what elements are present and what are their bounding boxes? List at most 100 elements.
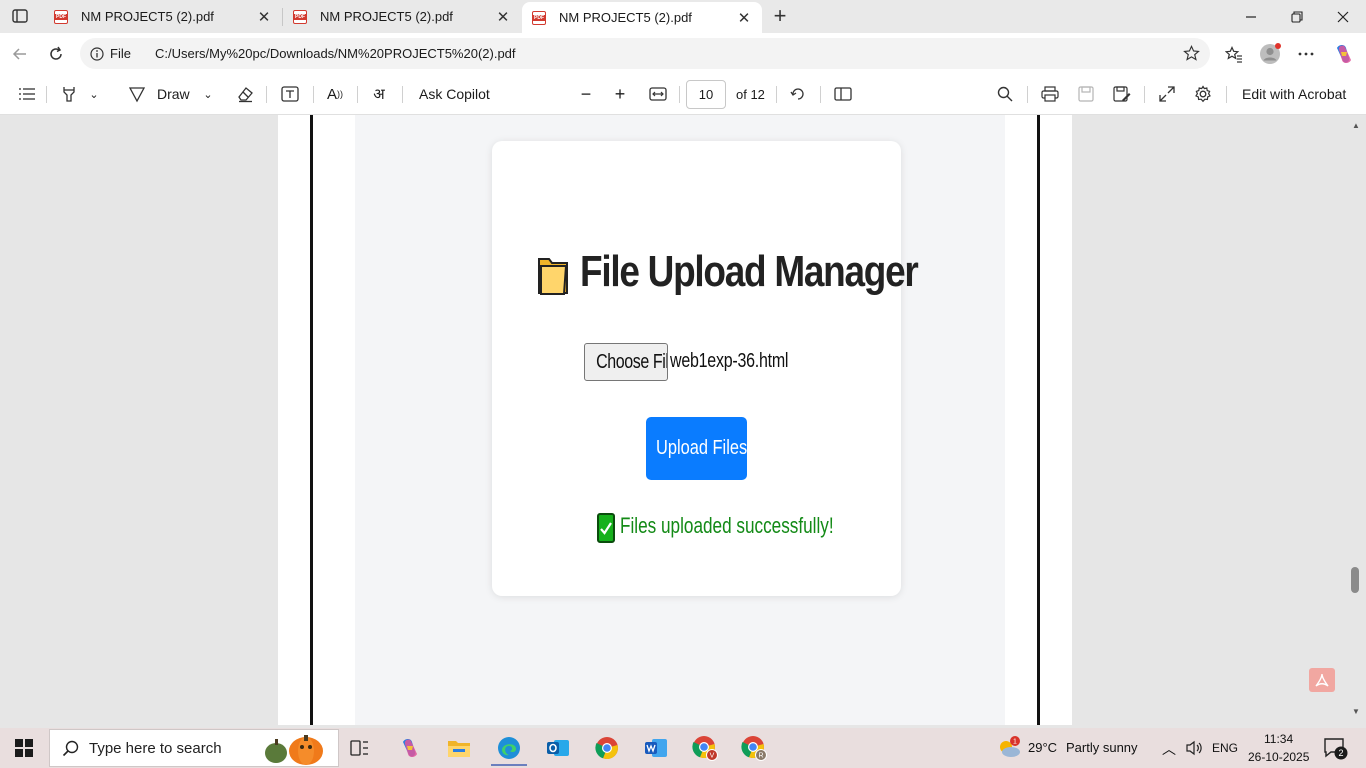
url-text[interactable]: C:/Users/My%20pc/Downloads/NM%20PROJECT5… [155,46,1178,61]
taskbar: Type here to search V R 1 29°C Partly su… [0,728,1366,768]
scroll-up-arrow[interactable]: ▲ [1350,120,1362,130]
edit-with-acrobat-button[interactable]: Edit with Acrobat [1242,82,1346,106]
minimize-icon [1246,15,1256,18]
acrobat-icon[interactable] [1309,668,1335,692]
pdf-viewer[interactable]: File Upload Manager Choose Files web1exp… [0,115,1366,725]
contents-icon[interactable] [16,82,38,106]
windows-start-icon[interactable] [0,728,48,768]
restore-button[interactable] [1274,0,1320,33]
tab-title: NM PROJECT5 (2).pdf [81,9,214,24]
page-view-icon[interactable] [832,82,854,106]
upload-card: File Upload Manager Choose Files web1exp… [492,141,919,596]
word-icon[interactable] [634,730,678,766]
minimize-button[interactable] [1228,0,1274,33]
ask-copilot-button[interactable]: Ask Copilot [419,82,490,106]
edge-icon[interactable] [487,730,531,766]
highlight-icon[interactable] [58,82,80,106]
tab-strip: PDF NM PROJECT5 (2).pdf ✕ PDF NM PROJECT… [0,0,1366,33]
upload-files-button[interactable]: Upload Files [646,417,747,480]
scroll-thumb[interactable] [1351,567,1359,593]
choose-files-label: Choose Files [596,351,667,373]
page-total: of 12 [736,87,765,102]
new-tab-button[interactable]: + [768,3,792,28]
pdf-file-icon: PDF [54,9,68,24]
page-number-input[interactable]: 10 [686,80,726,109]
check-mark-icon [597,513,615,543]
tab-actions-button[interactable] [8,5,32,27]
language-indicator[interactable]: ENG [1212,741,1238,755]
text-box-icon[interactable] [279,82,301,106]
vertical-scrollbar[interactable]: ▲ ▼ [1346,115,1366,725]
notification-icon[interactable]: 2 [1323,737,1349,764]
chrome-profile-v-icon[interactable]: V [683,730,727,766]
rotate-icon[interactable] [787,82,809,106]
close-window-button[interactable] [1320,0,1366,33]
refresh-icon [50,46,62,60]
card-title: File Upload Manager [580,247,919,296]
browser-tab-2[interactable]: PDF NM PROJECT5 (2).pdf ✕ [283,0,521,33]
address-row: File C:/Users/My%20pc/Downloads/NM%20PRO… [0,33,1366,74]
refresh-button[interactable] [42,40,70,68]
chrome-icon[interactable] [585,730,629,766]
chrome-profile-initial: R [758,753,763,760]
close-icon[interactable]: ✕ [495,9,511,26]
page-border-left [310,115,313,725]
fullscreen-icon[interactable] [1156,82,1178,106]
clock-time[interactable]: 11:34 [1264,732,1293,746]
zoom-in-icon[interactable]: + [610,82,630,106]
outlook-icon[interactable] [536,730,580,766]
info-icon[interactable] [86,43,108,65]
browser-tab-1[interactable]: PDF NM PROJECT5 (2).pdf ✕ [44,0,282,33]
save-icon[interactable] [1075,82,1097,106]
task-view-icon[interactable] [337,730,381,766]
read-aloud-icon[interactable]: A)) [324,82,346,106]
draw-dropdown[interactable]: ⌄ [200,82,216,106]
translate-icon[interactable]: अ [368,82,390,106]
draw-icon[interactable] [126,82,148,106]
pumpkin-decoration-icon [265,735,323,765]
speaker-icon[interactable] [1185,740,1203,759]
toolbar-divider [357,86,358,103]
close-icon[interactable]: ✕ [736,10,752,27]
toolbar-divider [402,86,403,103]
draw-label[interactable]: Draw [157,82,190,106]
more-icon[interactable] [1292,40,1320,68]
highlight-dropdown[interactable]: ⌄ [86,82,102,106]
choose-files-button[interactable]: Choose Files [584,343,668,381]
weather-text: Partly sunny [1066,740,1138,755]
toolbar-divider [820,86,821,103]
copilot-taskbar-icon[interactable] [388,730,432,766]
settings-icon[interactable] [1192,82,1214,106]
taskbar-search[interactable]: Type here to search [49,729,339,767]
close-icon[interactable]: ✕ [256,9,272,26]
weather-icon: 1 [1000,736,1020,757]
url-scheme: File [110,46,131,61]
pdf-toolbar: ⌄ Draw ⌄ A)) अ Ask Copilot − + 10 of 12 [0,74,1366,115]
scroll-down-arrow[interactable]: ▼ [1350,706,1362,716]
eraser-icon[interactable] [234,82,256,106]
print-icon[interactable] [1039,82,1061,106]
clock-date[interactable]: 26-10-2025 [1248,750,1309,764]
pdf-file-icon: PDF [532,10,546,25]
close-icon [1337,11,1349,22]
file-explorer-icon[interactable] [437,730,481,766]
browser-tab-3-active[interactable]: PDF NM PROJECT5 (2).pdf ✕ [522,2,762,33]
fit-page-icon[interactable] [647,82,669,106]
save-as-icon[interactable] [1111,82,1133,106]
weather-widget[interactable]: 1 29°C Partly sunny [994,734,1144,762]
toolbar-divider [776,86,777,103]
chrome-profile-r-icon[interactable]: R [732,730,776,766]
back-button[interactable] [6,40,34,68]
zoom-out-icon[interactable]: − [576,82,596,106]
selected-file-name: web1exp-36.html [670,350,789,372]
success-message: Files uploaded successfully! [620,513,834,538]
star-icon[interactable] [1178,41,1204,67]
search-icon[interactable] [994,82,1016,106]
copilot-icon[interactable] [1330,40,1358,68]
tab-title: NM PROJECT5 (2).pdf [559,10,692,25]
address-bar[interactable]: File C:/Users/My%20pc/Downloads/NM%20PRO… [80,38,1210,69]
tray-overflow-chevron[interactable]: ︿ [1162,739,1176,759]
profile-avatar-icon[interactable] [1256,40,1284,68]
search-icon [62,740,79,756]
favorites-icon[interactable] [1220,40,1248,68]
